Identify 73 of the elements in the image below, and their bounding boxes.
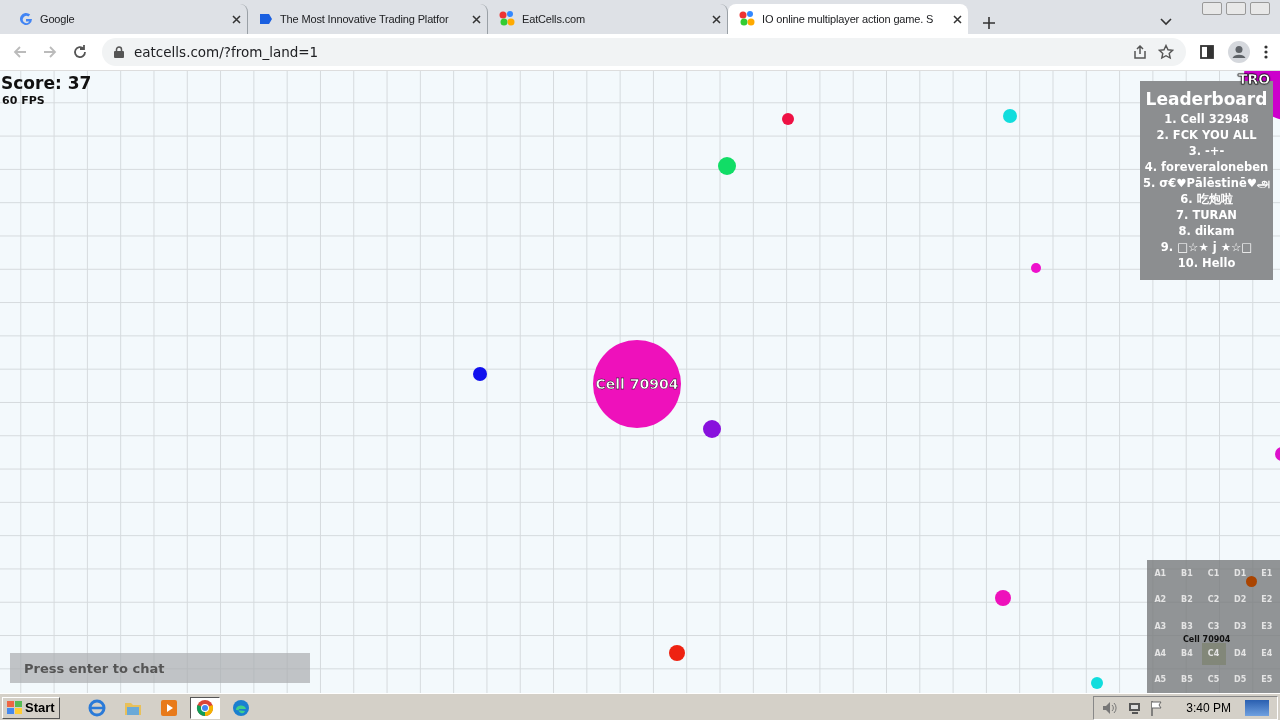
grid-label: E4 [1261, 648, 1273, 658]
url-text: eatcells.com/?from_land=1 [134, 44, 319, 60]
sidebar-icon[interactable] [1200, 45, 1214, 59]
dots-icon [738, 10, 756, 28]
profile-icon[interactable] [1228, 41, 1250, 63]
player-name: Cell 70904 [595, 376, 679, 392]
leaderboard-entry: 8. dikam [1178, 223, 1235, 239]
grid-label: C4 [1207, 648, 1220, 658]
taskbar-button[interactable] [189, 696, 220, 719]
star-icon[interactable] [1158, 44, 1174, 60]
grid-label: B2 [1181, 595, 1193, 605]
minimap-player-name: Cell 70904 [1183, 635, 1231, 644]
minimize-icon[interactable] [1202, 2, 1222, 15]
fps-text: 60 FPS [2, 94, 45, 107]
grid-label: A2 [1154, 595, 1167, 605]
tab-title: The Most Innovative Trading Platfor [280, 13, 450, 25]
grid-label: D2 [1234, 595, 1247, 605]
grid-label: C1 [1207, 568, 1220, 578]
grid-label: E2 [1261, 595, 1273, 605]
grid-label: E3 [1261, 622, 1273, 631]
chrome-icon[interactable] [195, 698, 214, 717]
leaderboard-entry: 1. Cell 32948 [1164, 111, 1249, 127]
globe-icon[interactable] [87, 698, 106, 717]
leaderboard-entry: 2. FCK YOU ALL [1156, 127, 1257, 143]
flag-icon [258, 11, 274, 27]
grid-label: D5 [1234, 675, 1247, 685]
leaderboard-entry: 9. □☆★ j ★☆□ [1160, 239, 1253, 255]
reload-icon[interactable] [72, 44, 88, 60]
grid-label: C3 [1207, 622, 1220, 631]
chat-input[interactable]: Press enter to chat [10, 653, 310, 683]
address-bar[interactable]: eatcells.com/?from_land=1 [102, 38, 1186, 66]
tab-title: Google [40, 13, 76, 25]
windows-logo-icon [7, 700, 23, 715]
tab-title: IO online multiplayer action game. S [762, 13, 935, 25]
leaderboard-entry: 4. foreveraloneben [1144, 159, 1269, 175]
share-icon[interactable] [1132, 44, 1148, 60]
grid-label: B5 [1181, 675, 1193, 685]
grid-label: A4 [1154, 648, 1167, 658]
flag-icon[interactable] [1150, 699, 1165, 716]
edge-icon[interactable] [231, 698, 250, 717]
browser-tab[interactable]: IO online multiplayer action game. S [728, 4, 968, 34]
chevron-icon[interactable] [1160, 18, 1172, 26]
grid-label: E5 [1261, 675, 1273, 685]
play-icon[interactable] [159, 698, 178, 717]
grid-label: A1 [1154, 568, 1167, 578]
grid-label: B1 [1181, 568, 1193, 578]
leaderboard-entry: 7. TURAN [1176, 207, 1237, 223]
grid-label: B4 [1181, 648, 1193, 658]
grid-label: D4 [1234, 648, 1247, 658]
plus-icon[interactable] [982, 16, 996, 30]
start-button[interactable]: Start [2, 696, 60, 719]
score-text: Score: 37 [1, 73, 92, 93]
grid-label: E1 [1261, 568, 1273, 578]
leaderboard-entry: 5. σ€♥Pālēstinē♥அ [1142, 175, 1271, 191]
leaderboard-entry: 10. Hello [1177, 255, 1236, 271]
dots-icon [498, 10, 516, 28]
menu-icon[interactable] [1264, 45, 1268, 59]
grid-label: C2 [1207, 595, 1220, 605]
grid-label: D3 [1234, 622, 1247, 631]
leaderboard-entry: 3. -+- [1188, 143, 1225, 159]
lock-icon [114, 46, 124, 58]
google-icon [18, 11, 34, 27]
leaderboard-entry: 6. 吃炮啦 [1180, 191, 1233, 207]
speaker-icon[interactable] [1102, 700, 1119, 715]
grid-label: B3 [1181, 622, 1193, 631]
desktop-icon[interactable] [1245, 699, 1269, 716]
leaderboard-title: Leaderboard [1145, 89, 1268, 109]
tab-title: EatCells.com [522, 13, 586, 25]
grid-label: A5 [1154, 675, 1167, 685]
clock-text: 3:40 PM [1186, 700, 1231, 715]
grid-label: D1 [1234, 568, 1247, 578]
grid-label: A3 [1154, 622, 1167, 631]
grid-label: C5 [1207, 675, 1220, 685]
